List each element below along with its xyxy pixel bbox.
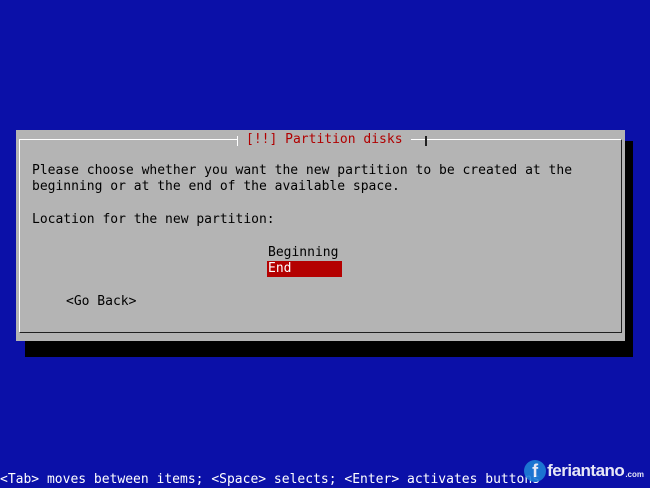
title-bracket-right	[425, 136, 427, 146]
dialog-title: [!!] Partition disks	[238, 132, 411, 148]
message-line-1: Please choose whether you want the new p…	[32, 163, 573, 178]
location-prompt: Location for the new partition:	[32, 212, 275, 227]
watermark-text: feriantano	[547, 461, 625, 480]
option-end[interactable]: End	[267, 261, 342, 277]
option-beginning[interactable]: Beginning	[267, 245, 342, 261]
installer-screen: [!!] Partition disks Please choose wheth…	[0, 0, 650, 488]
watermark-f-icon: f	[524, 460, 547, 482]
watermark-suffix: .com	[625, 469, 644, 479]
go-back-button[interactable]: <Go Back>	[66, 294, 136, 310]
partition-dialog: [!!] Partition disks Please choose wheth…	[16, 130, 625, 341]
watermark-logo: f feriantano .com	[524, 460, 644, 482]
message-line-2: beginning or at the end of the available…	[32, 179, 400, 194]
